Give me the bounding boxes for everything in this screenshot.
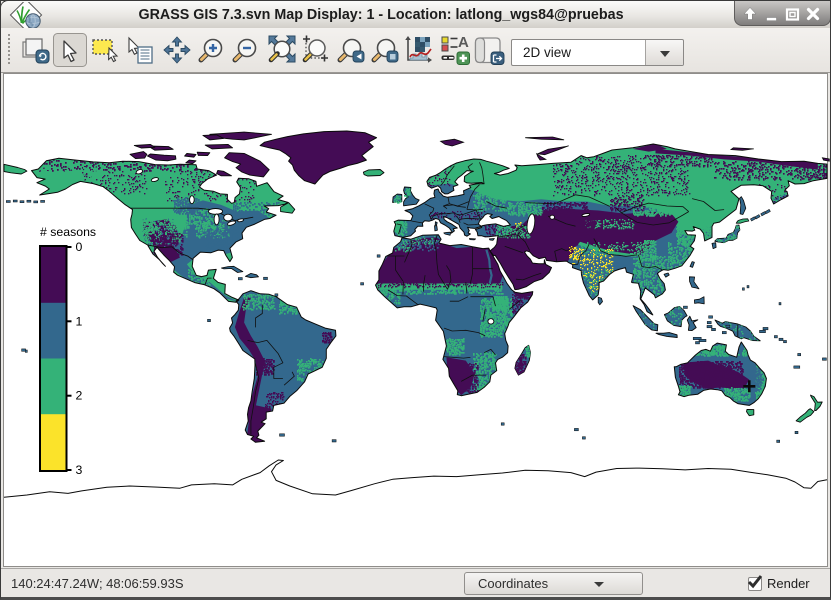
svg-text:0: 0 <box>76 240 83 254</box>
svg-text:1: 1 <box>76 314 83 328</box>
svg-text:3: 3 <box>76 463 83 477</box>
svg-text:2: 2 <box>76 389 83 403</box>
svg-text:# seasons: # seasons <box>40 225 96 239</box>
